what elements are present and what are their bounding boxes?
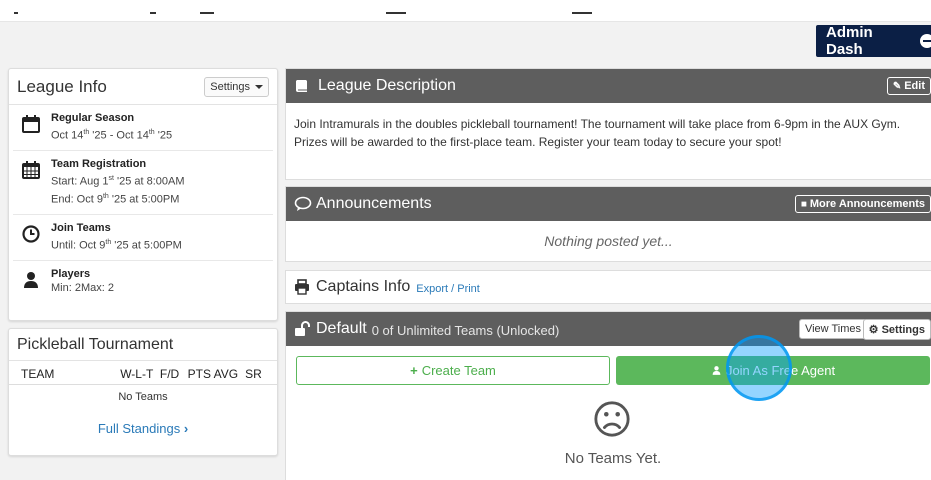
col-wlt: W-L-T [120,367,154,381]
standings-panel: Pickleball Tournament TEAM W-L-T F/D PTS… [8,328,278,456]
players-title: Players [51,267,91,280]
league-info-header: League Info Settings [9,69,277,105]
full-standings-link[interactable]: Full Standings › [9,421,277,436]
division-settings-button[interactable]: ⚙ Settings [862,319,931,340]
col-fd: F/D [159,367,180,381]
standings-columns: TEAM W-L-T F/D PTS AVG SR [9,361,277,385]
col-team: TEAM [21,367,55,381]
col-sr: SR [245,367,262,381]
team-registration-title: Team Registration [51,157,147,170]
announcements-panel: Announcements ■ More Announcements Nothin… [285,186,931,262]
info-players: Players Min: 2Max: 2 [13,261,273,302]
standings-empty: No Teams [118,391,168,403]
calendar-icon [22,115,40,133]
col-pts-avg: PTS AVG [187,367,239,381]
description-title: League Description [318,77,456,94]
print-icon [295,279,309,295]
comment-small-icon: ■ [800,198,807,210]
info-regular-season: Regular Season Oct 14th '25 - Oct 14th '… [13,105,273,151]
captains-panel: Captains Info Export / Print [285,270,931,304]
admin-dash-button[interactable]: Admin Dash [816,24,931,58]
info-join-teams: Join Teams Until: Oct 9th '25 at 5:00PM [13,215,273,261]
comment-icon [294,196,312,211]
team-registration-end: End: Oct 9th '25 at 5:00PM [51,193,180,206]
announcements-empty: Nothing posted yet... [544,233,673,249]
book-icon [296,80,307,92]
division-header: Default 0 of Unlimited Teams (Unlocked) … [286,312,931,346]
click-highlight-circle [726,335,792,401]
minus-circle-icon [920,34,931,48]
admin-dash-label: Admin Dash [826,24,873,58]
chevron-right-icon: › [183,421,189,436]
announcements-header: Announcements ■ More Announcements [286,187,931,221]
join-teams-title: Join Teams [51,221,111,234]
team-registration-start: Start: Aug 1st '25 at 8:00AM [51,174,185,188]
description-text: Join Intramurals in the doubles pickleba… [294,117,901,149]
user-small-icon [712,366,721,375]
description-header: League Description ✎ Edit [286,69,931,103]
league-settings-dropdown[interactable]: Settings [204,76,269,97]
standings-title: Pickleball Tournament [17,335,174,353]
sad-face-icon [594,401,630,437]
view-times-button[interactable]: View Times [798,319,867,339]
description-panel: League Description ✎ Edit Join Intramural… [285,68,931,180]
info-team-registration: Team Registration Start: Aug 1st '25 at … [13,151,273,215]
edit-description-button[interactable]: ✎ Edit [886,77,931,95]
export-print-link[interactable]: Export / Print [416,283,480,295]
standings-header: Pickleball Tournament [9,329,277,361]
top-nav-strip [0,0,931,22]
gear-icon: ⚙ [868,324,879,336]
more-announcements-button[interactable]: ■ More Announcements [794,195,931,213]
unlock-icon [295,321,310,336]
calendar-grid-icon [22,160,40,179]
captains-title: Captains Info [316,278,411,295]
regular-season-title: Regular Season [51,112,135,124]
caret-down-icon [255,84,263,89]
clock-icon [22,225,40,243]
league-info-title: League Info [17,76,107,96]
division-subtitle: 0 of Unlimited Teams (Unlocked) [371,322,560,338]
division-title: Default [316,320,367,337]
league-info-panel: League Info Settings Regular Season Oct … [8,68,278,321]
create-team-button[interactable]: + Create Team [296,356,610,385]
announcements-title: Announcements [316,195,432,212]
players-limits: Min: 2Max: 2 [51,281,114,294]
plus-icon: + [410,363,418,378]
pencil-icon: ✎ [892,80,902,92]
no-teams-yet-text: No Teams Yet. [564,450,662,467]
user-icon [24,271,38,288]
join-teams-until: Until: Oct 9th '25 at 5:00PM [51,238,182,252]
regular-season-dates: Oct 14th '25 - Oct 14th '25 [51,129,173,142]
